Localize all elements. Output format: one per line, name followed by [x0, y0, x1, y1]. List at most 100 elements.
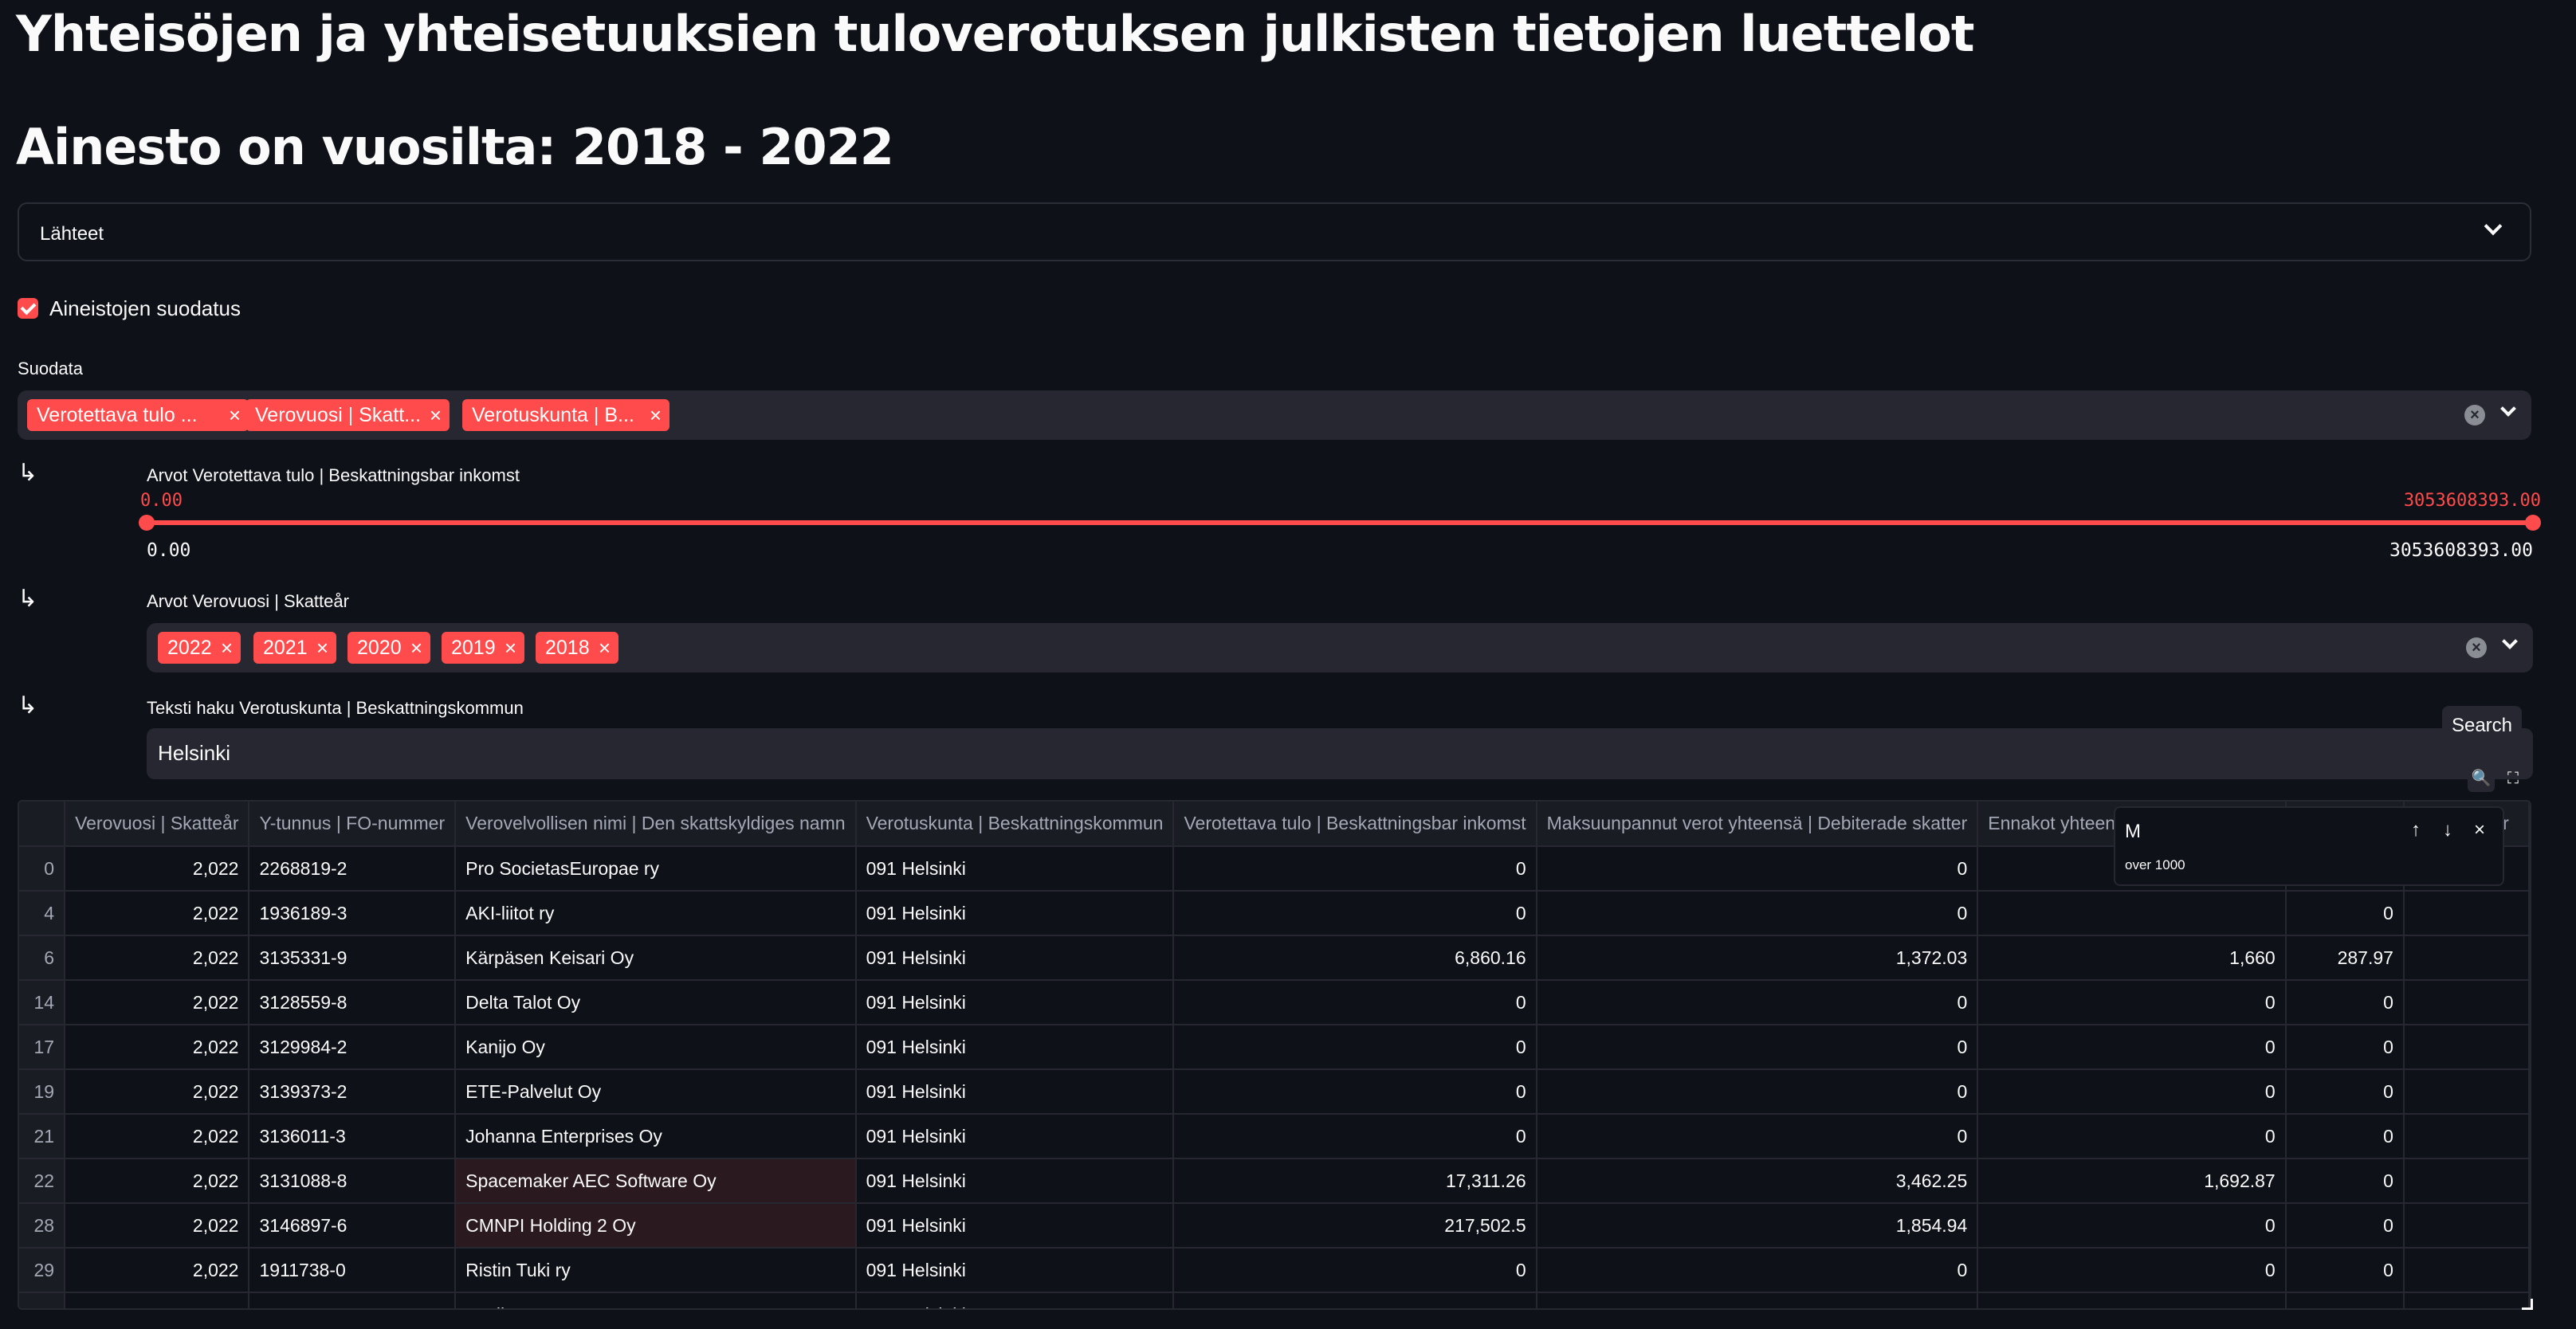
table-row[interactable]: 21 2,022 3136011-3 Johanna Enterprises Oy 09…: [19, 1114, 2530, 1159]
year-tag[interactable]: 2021 ×: [253, 632, 336, 664]
table-cell[interactable]: [2403, 935, 2530, 981]
table-cell[interactable]: [2403, 1158, 2530, 1204]
table-cell[interactable]: [1977, 891, 2287, 936]
table-cell[interactable]: 1,854.94: [1536, 1203, 1979, 1249]
table-cell[interactable]: 0: [1536, 1114, 1979, 1159]
table-row[interactable]: 22 2,022 3131088-8 Spacemaker AEC Software …: [19, 1158, 2530, 1204]
table-cell[interactable]: 217,502.5: [1173, 1203, 1537, 1249]
table-cell[interactable]: 0: [2285, 1203, 2405, 1249]
resize-handle-icon[interactable]: [2522, 1299, 2533, 1310]
close-icon[interactable]: ×: [2468, 819, 2492, 841]
table-row[interactable]: 4 2,022 1936189-3 AKI-liitot ry 091 Helsinki…: [19, 891, 2530, 936]
year-tag[interactable]: 2019 ×: [442, 632, 524, 664]
row-index-cell[interactable]: 29: [19, 1248, 66, 1293]
row-index-cell[interactable]: 4: [19, 891, 66, 936]
table-row[interactable]: 29 2,022 1911738-0 Ristin Tuki ry 091 Helsin…: [19, 1248, 2530, 1293]
table-cell[interactable]: CMNPI Holding 2 Oy: [455, 1203, 857, 1249]
table-cell[interactable]: 091 Helsinki: [855, 1025, 1175, 1070]
table-cell[interactable]: [2403, 980, 2530, 1025]
arrow-down-icon[interactable]: ↓: [2436, 819, 2460, 841]
table-cell[interactable]: 0: [1173, 980, 1537, 1025]
tag-remove-icon[interactable]: ×: [650, 399, 662, 431]
table-cell[interactable]: 3136011-3: [249, 1114, 457, 1159]
table-cell[interactable]: 091 Helsinki: [855, 935, 1175, 981]
clear-all-icon[interactable]: ×: [2466, 637, 2487, 658]
table-cell[interactable]: 2268819-2: [249, 846, 457, 892]
table-cell[interactable]: 0: [2285, 1248, 2405, 1293]
table-cell[interactable]: 091 Helsinki: [855, 1248, 1175, 1293]
row-index-cell[interactable]: 6: [19, 935, 66, 981]
row-index-cell[interactable]: 14: [19, 980, 66, 1025]
row-index-cell[interactable]: 0: [19, 846, 66, 892]
table-row[interactable]: 6 2,022 3135331-9 Kärpäsen Keisari Oy 091 He…: [19, 935, 2530, 981]
clear-all-icon[interactable]: ×: [2464, 405, 2485, 425]
column-header[interactable]: Y-tunnus | FO-nummer: [249, 802, 457, 847]
table-cell[interactable]: 2,022: [65, 1069, 250, 1115]
table-cell[interactable]: 0: [1977, 1069, 2287, 1115]
table-cell[interactable]: Ristin Tuki ry: [455, 1248, 857, 1293]
table-cell[interactable]: 3130101-3: [249, 1292, 457, 1308]
year-tag[interactable]: 2018 ×: [536, 632, 618, 664]
chevron-down-icon[interactable]: [2500, 401, 2516, 417]
column-header[interactable]: Maksuunpannut verot yhteensä | Debiterad…: [1536, 802, 1979, 847]
table-cell[interactable]: 0: [1536, 980, 1979, 1025]
table-cell[interactable]: 0: [1173, 1114, 1537, 1159]
filter-tag[interactable]: Verovuosi | Skatt... ×: [245, 399, 450, 431]
range-slider-low-handle[interactable]: [139, 515, 155, 531]
sources-expander[interactable]: Lähteet: [18, 202, 2531, 261]
table-cell[interactable]: 1936189-3: [249, 891, 457, 936]
filter-select[interactable]: Verotettava tulo ... × Verovuosi | Skatt…: [18, 390, 2531, 440]
table-cell[interactable]: 0: [1173, 891, 1537, 936]
row-index-cell[interactable]: 30: [19, 1292, 66, 1308]
table-cell[interactable]: 0: [1173, 1069, 1537, 1115]
table-cell[interactable]: 2,022: [65, 1203, 250, 1249]
table-cell[interactable]: ETE-Palvelut Oy: [455, 1069, 857, 1115]
table-cell[interactable]: 2,022: [65, 846, 250, 892]
table-row[interactable]: 19 2,022 3139373-2 ETE-Palvelut Oy 091 Helsi…: [19, 1069, 2530, 1115]
tag-remove-icon[interactable]: ×: [505, 632, 516, 664]
table-cell[interactable]: 0: [1173, 1292, 1537, 1308]
table-cell[interactable]: 1,660: [1977, 935, 2287, 981]
table-cell[interactable]: 3135331-9: [249, 935, 457, 981]
table-cell[interactable]: 0: [1536, 1069, 1979, 1115]
table-row[interactable]: 28 2,022 3146897-6 CMNPI Holding 2 Oy 091 He…: [19, 1203, 2530, 1249]
table-cell[interactable]: 1911738-0: [249, 1248, 457, 1293]
table-cell[interactable]: 0: [1977, 1203, 2287, 1249]
table-cell[interactable]: 0: [1536, 1025, 1979, 1070]
table-cell[interactable]: 091 Helsinki: [855, 891, 1175, 936]
table-cell[interactable]: 091 Helsinki: [855, 1069, 1175, 1115]
table-cell[interactable]: [2403, 1025, 2530, 1070]
year-filter-select[interactable]: 2022 × 2021 × 2020 × 2019 × 2018 × ×: [147, 623, 2533, 672]
municipality-search-field[interactable]: [147, 728, 2533, 779]
table-cell[interactable]: 3128559-8: [249, 980, 457, 1025]
table-cell[interactable]: 0: [2285, 980, 2405, 1025]
table-cell[interactable]: 091 Helsinki: [855, 846, 1175, 892]
row-index-cell[interactable]: 28: [19, 1203, 66, 1249]
table-cell[interactable]: [2403, 1114, 2530, 1159]
table-cell[interactable]: AKI-liitot ry: [455, 891, 857, 936]
table-search-icon[interactable]: 🔍: [2468, 765, 2495, 792]
row-index-cell[interactable]: 17: [19, 1025, 66, 1070]
table-cell[interactable]: 0: [1173, 1248, 1537, 1293]
table-cell[interactable]: 0: [2285, 1069, 2405, 1115]
column-header[interactable]: [19, 802, 66, 847]
table-cell[interactable]: Tuuli Oy: [455, 1292, 857, 1308]
table-cell[interactable]: 091 Helsinki: [855, 1158, 1175, 1204]
table-cell[interactable]: 6,860.16: [1173, 935, 1537, 981]
table-row[interactable]: 302,0223130101-3Tuuli Oy091 Helsinki0000: [19, 1292, 2530, 1308]
tag-remove-icon[interactable]: ×: [221, 632, 233, 664]
table-cell[interactable]: Johanna Enterprises Oy: [455, 1114, 857, 1159]
chevron-down-icon[interactable]: [2502, 633, 2518, 649]
table-cell[interactable]: Kanijo Oy: [455, 1025, 857, 1070]
table-cell[interactable]: 0: [1977, 1248, 2287, 1293]
table-cell[interactable]: 287.97: [2285, 935, 2405, 981]
table-cell[interactable]: 3,462.25: [1536, 1158, 1979, 1204]
table-cell[interactable]: 0: [1977, 1292, 2287, 1308]
table-cell[interactable]: 3146897-6: [249, 1203, 457, 1249]
tag-remove-icon[interactable]: ×: [229, 399, 241, 431]
range-slider-high-handle[interactable]: [2525, 515, 2541, 531]
arrow-up-icon[interactable]: ↑: [2404, 819, 2428, 841]
year-tag[interactable]: 2020 ×: [348, 632, 430, 664]
table-cell[interactable]: Delta Talot Oy: [455, 980, 857, 1025]
tag-remove-icon[interactable]: ×: [410, 632, 422, 664]
